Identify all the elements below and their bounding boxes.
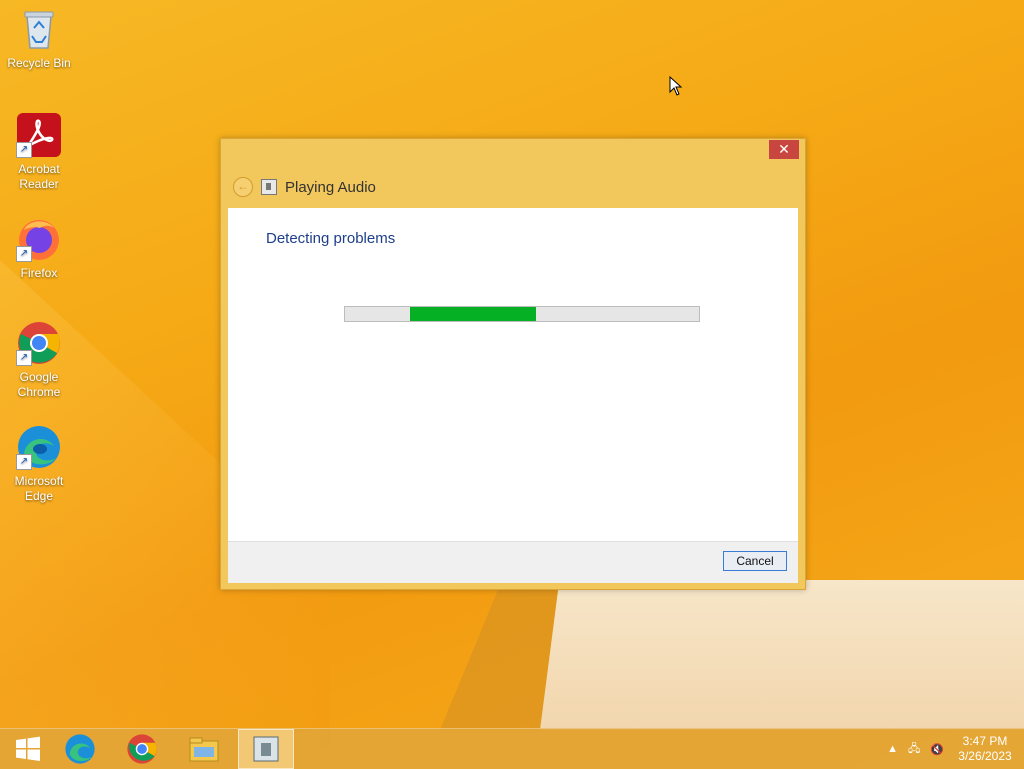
taskbar-troubleshooter[interactable] (238, 729, 294, 769)
wallpaper-shape (540, 580, 1024, 730)
desktop-icon-label: Microsoft (14, 474, 64, 488)
desktop-icon-firefox[interactable]: ↗ Firefox (4, 216, 74, 281)
clock-time: 3:47 PM (962, 734, 1008, 748)
status-heading: Detecting problems (266, 230, 396, 247)
dialog-title: Playing Audio (285, 178, 376, 196)
progress-bar (344, 306, 700, 322)
desktop-icon-label: Google (19, 370, 59, 384)
shortcut-arrow-icon: ↗ (16, 142, 32, 158)
back-arrow-icon[interactable]: ← (233, 177, 253, 197)
close-button[interactable]: ✕ (769, 140, 799, 159)
acrobat-reader-icon: ↗ (16, 112, 62, 158)
edge-icon (65, 734, 95, 764)
taskbar: ▲ 🖧 🔇 3:47 PM 3/26/2023 (0, 728, 1024, 769)
desktop-icon-label: Acrobat (18, 162, 60, 176)
shortcut-arrow-icon: ↗ (16, 350, 32, 366)
taskbar-file-explorer[interactable] (176, 729, 232, 769)
wallpaper-shape (440, 585, 590, 730)
windows-start-icon (16, 736, 40, 761)
show-hidden-icons-icon[interactable]: ▲ (887, 743, 898, 755)
recycle-bin-icon (16, 6, 62, 52)
file-explorer-icon (189, 737, 219, 762)
clock-date: 3/26/2023 (958, 749, 1012, 763)
dialog-footer: Cancel (228, 541, 798, 583)
network-icon[interactable]: 🖧 (908, 740, 920, 759)
desktop-icon-microsoft-edge[interactable]: ↗ Microsoft Edge (4, 424, 74, 504)
troubleshooter-app-icon (261, 179, 277, 195)
troubleshooter-dialog: ✕ ← Playing Audio Detecting problems Can… (220, 138, 806, 590)
desktop-icon-label: Chrome (17, 385, 61, 399)
chrome-icon (127, 734, 157, 764)
system-tray: ▲ 🖧 🔇 3:47 PM 3/26/2023 (887, 729, 1024, 769)
troubleshooter-icon (253, 736, 279, 762)
desktop-icon-label: Recycle Bin (7, 56, 71, 70)
dialog-header: ← Playing Audio (233, 177, 376, 197)
shortcut-arrow-icon: ↗ (16, 454, 32, 470)
shortcut-arrow-icon: ↗ (16, 246, 32, 262)
taskbar-chrome[interactable] (114, 729, 170, 769)
desktop-icon-label: Edge (24, 489, 54, 503)
chrome-icon: ↗ (16, 320, 62, 366)
desktop-icon-recycle-bin[interactable]: Recycle Bin (4, 6, 74, 71)
desktop-icon-google-chrome[interactable]: ↗ Google Chrome (4, 320, 74, 400)
cancel-button[interactable]: Cancel (723, 551, 787, 571)
firefox-icon: ↗ (16, 216, 62, 262)
desktop-icon-acrobat-reader[interactable]: ↗ Acrobat Reader (4, 112, 74, 192)
start-button[interactable] (0, 729, 56, 769)
desktop-icon-label: Firefox (20, 266, 58, 280)
dialog-content: Detecting problems (228, 208, 798, 541)
clock[interactable]: 3:47 PM 3/26/2023 (954, 734, 1016, 764)
progress-fill (410, 307, 537, 321)
edge-icon: ↗ (16, 424, 62, 470)
taskbar-edge[interactable] (52, 729, 108, 769)
volume-muted-icon[interactable]: 🔇 (930, 743, 944, 756)
mouse-cursor-icon (669, 76, 683, 96)
desktop-icon-label: Reader (19, 177, 59, 191)
